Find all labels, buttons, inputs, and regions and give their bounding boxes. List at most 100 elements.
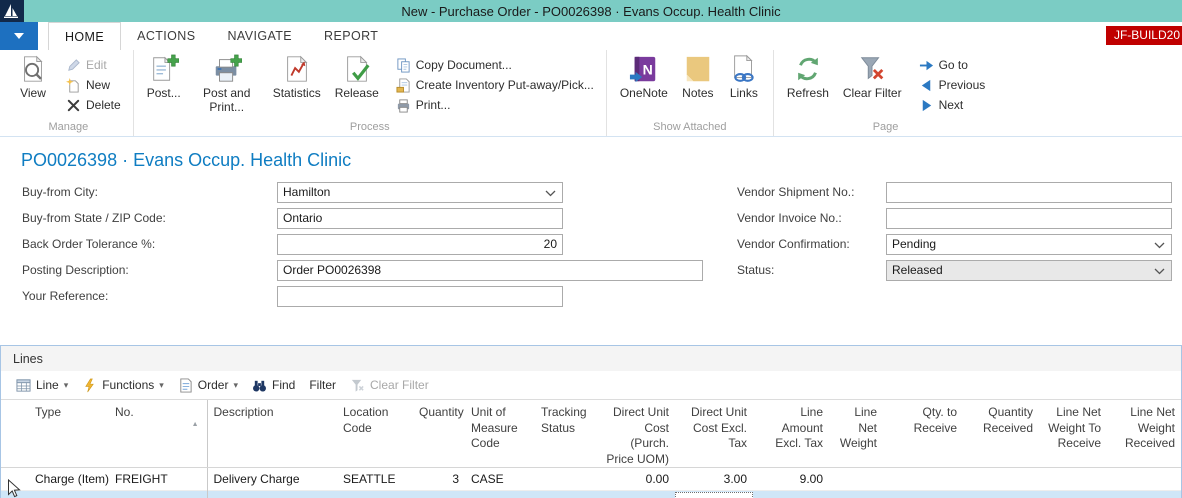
column-header-quantity[interactable]: Quantity bbox=[413, 400, 465, 469]
cell-quantity-received[interactable] bbox=[963, 468, 1039, 491]
create-inventory-putaway-pick-icon bbox=[396, 77, 410, 93]
create-inventory-putaway-pick-button[interactable]: Create Inventory Put-away/Pick... bbox=[392, 75, 598, 95]
cell-qty-to-receive[interactable] bbox=[883, 490, 963, 498]
cell-no[interactable]: FREIGHT bbox=[109, 467, 208, 491]
post-button[interactable]: Post... bbox=[141, 52, 187, 103]
application-menu-button[interactable] bbox=[0, 22, 38, 50]
column-header-quantity-received[interactable]: Quantity Received bbox=[963, 400, 1039, 469]
tab-report[interactable]: REPORT bbox=[308, 22, 394, 50]
cell-quantity-received[interactable] bbox=[963, 490, 1039, 498]
column-header-no[interactable]: No. ▲ bbox=[109, 400, 208, 469]
copy-document-button[interactable]: Copy Document... bbox=[392, 55, 598, 75]
buy-from-state-zip-input[interactable] bbox=[277, 207, 563, 229]
cell-description[interactable]: Beef Side bbox=[207, 490, 337, 498]
column-header-line-net-weight-to-receive[interactable]: Line Net Weight To Receive bbox=[1039, 400, 1107, 469]
find-button[interactable]: Find bbox=[245, 373, 302, 397]
column-header-line-net-weight-received[interactable]: Line Net Weight Received bbox=[1107, 400, 1181, 469]
cell-unit-of-measure-code[interactable]: CASE bbox=[465, 468, 535, 491]
cell-unit-of-measure-code[interactable]: CASE bbox=[465, 490, 535, 498]
tab-home[interactable]: HOME bbox=[48, 22, 122, 50]
tab-actions[interactable]: ACTIONS bbox=[121, 22, 211, 50]
cell-line-amount-excl-tax[interactable]: 1,800.00 bbox=[753, 490, 829, 498]
cell-type[interactable]: Charge (Item) bbox=[29, 468, 109, 491]
line-grid-icon bbox=[16, 378, 31, 392]
post-and-print-button[interactable]: Post and Print... bbox=[189, 52, 265, 117]
cell-quantity[interactable]: 3 bbox=[413, 468, 465, 491]
column-header-type[interactable]: Type bbox=[29, 400, 109, 469]
release-button[interactable]: Release bbox=[329, 52, 385, 103]
notes-button[interactable]: Notes bbox=[676, 52, 720, 103]
column-header-location-code[interactable]: Location Code bbox=[337, 400, 413, 469]
links-button[interactable]: Links bbox=[722, 52, 766, 103]
cell-direct-unit-cost-excl-tax[interactable]: 600.00 bbox=[675, 490, 753, 498]
group-label-page: Page bbox=[872, 121, 899, 133]
cell-type[interactable]: Item bbox=[29, 490, 109, 498]
your-reference-input[interactable] bbox=[277, 285, 563, 307]
column-header-direct-unit-cost-purch-price-uom[interactable]: Direct Unit Cost (Purch. Price UOM) bbox=[599, 400, 675, 469]
cell-line-net-weight-received[interactable] bbox=[1107, 468, 1181, 491]
delete-button[interactable]: Delete bbox=[62, 95, 125, 115]
cell-direct-unit-cost-excl-tax[interactable]: 3.00 bbox=[675, 468, 753, 491]
previous-button[interactable]: Previous bbox=[915, 75, 990, 95]
clear-filter-lines-button[interactable]: Clear Filter bbox=[343, 373, 436, 397]
cell-no[interactable]: VW-SISO-BEEF_SIDE bbox=[109, 490, 208, 498]
lines-fasttab: Lines Line ▾ Functions ▾ Order ▾ Find Filte… bbox=[0, 345, 1182, 498]
functions-menu-button[interactable]: Functions ▾ bbox=[75, 373, 171, 397]
filter-button[interactable]: Filter bbox=[302, 373, 343, 397]
column-header-tracking-status[interactable]: Tracking Status bbox=[535, 400, 599, 469]
column-header-description[interactable]: Description bbox=[207, 400, 337, 469]
status-input[interactable] bbox=[886, 259, 1172, 281]
refresh-button[interactable]: Refresh bbox=[781, 52, 835, 103]
statistics-icon bbox=[286, 55, 308, 82]
column-header-line-amount-excl-tax[interactable]: Line Amount Excl. Tax bbox=[753, 400, 829, 469]
line-row-1[interactable]: ItemVW-SISO-BEEF_SIDEBeef SideSEATTLE3CA… bbox=[1, 490, 1181, 498]
view-button[interactable]: View bbox=[11, 52, 55, 103]
vendor-confirmation-input[interactable] bbox=[886, 233, 1172, 255]
cell-location-code[interactable]: SEATTLE bbox=[337, 490, 413, 498]
cell-line-net-weight-received[interactable] bbox=[1107, 490, 1181, 498]
column-header-line-net-weight[interactable]: Line Net Weight bbox=[829, 400, 883, 469]
svg-text:N: N bbox=[643, 62, 653, 78]
next-button[interactable]: Next bbox=[915, 95, 990, 115]
back-order-tolerance-input[interactable] bbox=[277, 233, 563, 255]
edit-button[interactable]: Edit bbox=[62, 55, 125, 75]
group-label-manage: Manage bbox=[48, 121, 89, 133]
cell-direct-unit-cost-purch-price-uom[interactable]: 4.00 bbox=[599, 490, 675, 498]
cell-line-amount-excl-tax[interactable]: 9.00 bbox=[753, 468, 829, 491]
cell-quantity[interactable]: 3 bbox=[413, 490, 465, 498]
onenote-button[interactable]: N OneNote bbox=[614, 52, 674, 103]
cell-tracking-status[interactable] bbox=[535, 468, 599, 491]
column-header-direct-unit-cost-excl-tax[interactable]: Direct Unit Cost Excl. Tax bbox=[675, 400, 753, 469]
cell-location-code[interactable]: SEATTLE bbox=[337, 468, 413, 491]
focused-cell-value[interactable]: 600.00 bbox=[675, 492, 753, 498]
buy-from-city-input[interactable] bbox=[277, 181, 563, 203]
cell-direct-unit-cost-purch-price-uom[interactable]: 0.00 bbox=[599, 468, 675, 491]
cell-tracking-status[interactable]: OPEN bbox=[535, 490, 599, 498]
clear-filter-button[interactable]: Clear Filter bbox=[837, 52, 908, 103]
column-header-qty-to-receive[interactable]: Qty. to Receive bbox=[883, 400, 963, 469]
go-to-button[interactable]: Go to bbox=[915, 55, 990, 75]
cell-description[interactable]: Delivery Charge bbox=[207, 468, 337, 491]
cell-qty-to-receive[interactable] bbox=[883, 468, 963, 491]
statistics-button[interactable]: Statistics bbox=[267, 52, 327, 103]
vendor-confirmation-field bbox=[886, 233, 1172, 255]
vendor-shipment-no-input[interactable] bbox=[886, 181, 1172, 203]
print-button[interactable]: Print... bbox=[392, 95, 598, 115]
new-button[interactable]: New bbox=[62, 75, 125, 95]
find-icon bbox=[253, 380, 266, 391]
line-menu-button[interactable]: Line ▾ bbox=[9, 373, 75, 397]
tab-navigate[interactable]: NAVIGATE bbox=[211, 22, 308, 50]
cell-line-net-weight-to-receive[interactable] bbox=[1039, 490, 1107, 498]
vendor-invoice-no-input[interactable] bbox=[886, 207, 1172, 229]
cell-line-net-weight[interactable] bbox=[829, 468, 883, 491]
cell-line-net-weight-to-receive[interactable] bbox=[1039, 468, 1107, 491]
posting-description-input[interactable] bbox=[277, 259, 703, 281]
row-selector-header[interactable] bbox=[1, 400, 29, 469]
lines-caption[interactable]: Lines bbox=[1, 346, 1181, 371]
column-header-unit-of-measure-code[interactable]: Unit of Measure Code bbox=[465, 400, 535, 469]
buy-from-state-zip-label: Buy-from State / ZIP Code: bbox=[22, 211, 166, 225]
line-row-0[interactable]: Charge (Item) FREIGHT Delivery Charge SEATT… bbox=[1, 467, 1181, 491]
order-menu-button[interactable]: Order ▾ bbox=[171, 373, 245, 397]
cell-line-net-weight[interactable] bbox=[829, 490, 883, 498]
post-and-print-icon bbox=[215, 54, 242, 82]
